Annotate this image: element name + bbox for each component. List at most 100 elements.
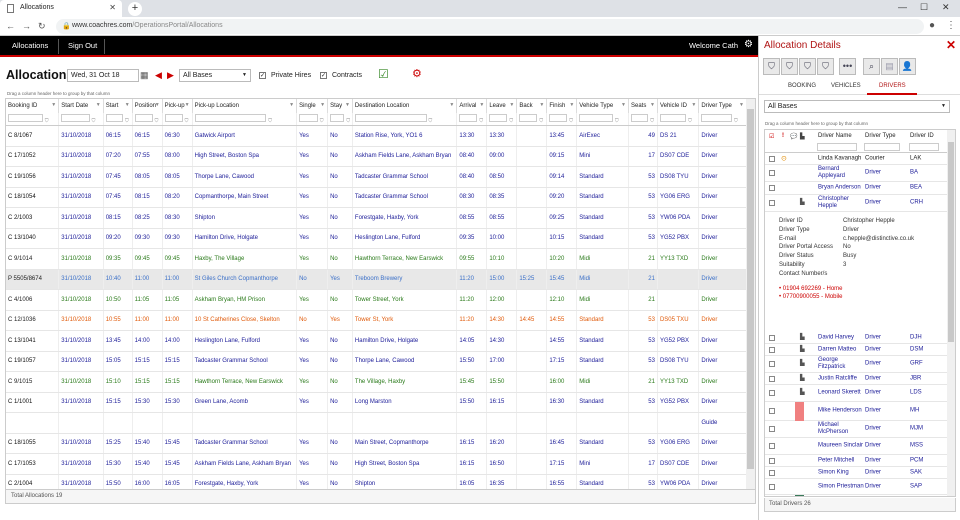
previous-day-icon[interactable]: ◀ — [155, 70, 162, 81]
filter-edit-icon[interactable]: ⛉ — [817, 58, 834, 75]
filter-clear-icon[interactable]: ⛉ — [799, 58, 816, 75]
column-filter-icon[interactable]: ▼ — [449, 102, 454, 108]
table-row[interactable]: C 17/1052 31/10/2018 07:20 07:55 08:00 High S… — [6, 146, 747, 167]
column-filter-icon[interactable]: ▼ — [539, 102, 544, 108]
checklist-icon[interactable]: ☑ — [378, 67, 389, 81]
driver-name[interactable]: Mike Henderson — [818, 408, 864, 415]
column-filter-icon[interactable]: ▼ — [739, 102, 744, 108]
driver-row[interactable]: Sean DudleyDriver SD — [765, 495, 947, 497]
url-field[interactable]: 🔒 www.coachres.com/OperationsPortal/Allo… — [56, 19, 924, 34]
filter-funnel-icon[interactable]: ⛉ — [509, 118, 513, 124]
driver-name[interactable]: Bernard Appleyard — [818, 166, 864, 180]
table-row[interactable]: P 5505/8674 31/10/2018 10:40 11:00 11:00 St G… — [6, 269, 747, 290]
column-filter-input[interactable] — [105, 114, 123, 122]
col-vehicle-type[interactable]: Vehicle Type ▼ — [576, 99, 629, 113]
column-filter-icon[interactable]: ▼ — [509, 102, 514, 108]
driver-id-filter[interactable] — [909, 143, 939, 151]
filter-icon[interactable]: ⛉ — [763, 58, 780, 75]
reload-icon[interactable]: ↻ — [38, 21, 46, 32]
column-filter-input[interactable] — [134, 114, 153, 122]
driver-checkbox[interactable] — [769, 375, 775, 382]
driver-row[interactable]: ▙ Christopher Hepple Driver CRH — [765, 195, 947, 212]
column-filter-input[interactable] — [459, 114, 478, 122]
column-filter-icon[interactable]: ▼ — [345, 102, 350, 108]
filter-funnel-icon[interactable]: ⛉ — [688, 118, 692, 124]
driver-checkbox[interactable] — [769, 200, 775, 206]
back-icon[interactable]: ← — [6, 21, 15, 31]
driver-name[interactable]: David Harvey — [818, 335, 864, 342]
driver-name[interactable]: Leonard Skerett — [818, 390, 864, 397]
private-hires-checkbox[interactable]: ✓ — [259, 72, 266, 79]
driver-name[interactable]: Sean Dudley — [818, 496, 864, 497]
next-day-icon[interactable]: ▶ — [167, 70, 174, 81]
menu-sign-out[interactable]: Sign Out — [68, 41, 97, 50]
table-row[interactable]: Guide — [6, 412, 747, 434]
maximize-icon[interactable]: ☐ — [920, 2, 928, 13]
column-filter-input[interactable] — [354, 114, 427, 122]
date-field[interactable]: Wed, 31 Oct 18 — [67, 69, 139, 82]
filter-funnel-icon[interactable]: ⛉ — [92, 118, 96, 124]
column-filter-input[interactable] — [579, 114, 613, 122]
table-row[interactable]: C 13/1041 31/10/2018 13:45 14:00 14:00 Heslin… — [6, 330, 747, 352]
driver-row[interactable]: ▙ Justin Ratcliffe Driver JBR — [765, 373, 947, 385]
filter-funnel-icon[interactable]: ⛉ — [320, 118, 324, 124]
column-filter-icon[interactable]: ▼ — [185, 102, 190, 108]
grid-scroll-thumb[interactable] — [747, 109, 754, 469]
col-vehicle-id[interactable]: Vehicle ID ▼ — [657, 99, 700, 113]
tab-drivers[interactable]: DRIVERS — [879, 83, 906, 89]
driver-name[interactable]: Simon Priestman — [818, 483, 864, 490]
forward-icon[interactable]: → — [22, 21, 31, 31]
driver-row[interactable]: Simon King Driver SAK — [765, 467, 947, 479]
driver-checkbox[interactable] — [769, 346, 775, 353]
close-panel-icon[interactable]: ✕ — [946, 38, 956, 52]
driver-checkbox[interactable] — [769, 155, 775, 162]
driver-checkbox[interactable] — [769, 483, 775, 490]
col-booking-id[interactable]: Booking ID ▼ — [6, 99, 60, 113]
driver-checkbox[interactable] — [769, 390, 775, 396]
filter-funnel-icon[interactable]: ⛉ — [479, 118, 483, 124]
driver-name[interactable]: Justin Ratcliffe — [818, 375, 864, 382]
driver-row[interactable]: Michael McPherson Driver MJM — [765, 421, 947, 438]
driver-checkbox[interactable] — [769, 185, 775, 191]
driver-name[interactable]: Peter Mitchell — [818, 457, 864, 464]
tab-booking[interactable]: BOOKING — [788, 83, 816, 89]
filter-funnel-icon[interactable]: ⛉ — [650, 118, 654, 124]
driver-name-filter[interactable] — [817, 143, 857, 151]
driver-row[interactable]: ▙ Leonard Skerett Driver LDS — [765, 385, 947, 402]
filter-funnel-icon[interactable]: ⛉ — [569, 118, 573, 124]
filter-funnel-icon[interactable]: ⛉ — [268, 118, 272, 124]
account-icon[interactable]: ● — [929, 20, 935, 31]
search-driver-icon[interactable]: ⌕ — [863, 58, 880, 75]
panel-bases-select[interactable]: All Bases ▼ — [764, 100, 950, 113]
driver-checkbox[interactable] — [769, 408, 775, 414]
contracts-checkbox[interactable]: ✓ — [320, 72, 327, 79]
column-filter-icon[interactable]: ▼ — [320, 102, 325, 108]
table-row[interactable]: C 13/1040 31/10/2018 09:20 09:30 09:30 Hamilt… — [6, 228, 747, 249]
col-destination-location[interactable]: Destination Location ▼ — [352, 99, 458, 113]
more-options-icon[interactable]: ••• — [839, 58, 856, 75]
col-driver-name[interactable]: Driver Name — [818, 133, 852, 139]
column-filter-input[interactable] — [61, 114, 90, 122]
column-filter-input[interactable] — [194, 114, 267, 122]
col-pick-up[interactable]: Pick-up ▼ — [162, 99, 193, 113]
driver-row[interactable]: Simon Priestman Driver SAP — [765, 479, 947, 495]
table-row[interactable]: C 18/1055 31/10/2018 15:25 15:40 15:45 Tadcas… — [6, 433, 747, 454]
column-filter-input[interactable] — [330, 114, 345, 122]
menu-allocations[interactable]: Allocations — [12, 41, 48, 50]
column-filter-icon[interactable]: ▼ — [479, 102, 484, 108]
driver-checkbox[interactable] — [769, 443, 775, 449]
table-row[interactable]: C 12/1036 31/10/2018 10:55 11:00 11:00 10 St … — [6, 310, 747, 331]
filter-funnel-icon[interactable]: ⛉ — [429, 118, 433, 124]
calendar-icon[interactable]: ▦ — [140, 70, 149, 81]
table-row[interactable]: C 9/1015 31/10/2018 15:10 15:15 15:15 Hawthor… — [6, 371, 747, 393]
assign-icon[interactable]: ▤ — [881, 58, 898, 75]
col-driver-type[interactable]: Driver Type ▼ — [698, 99, 747, 113]
driver-checkbox[interactable] — [769, 426, 775, 432]
driver-row[interactable]: ▙ George Fitzpatrick Driver GRF — [765, 356, 947, 373]
driver-checkbox[interactable] — [769, 457, 775, 464]
column-filter-icon[interactable]: ▼ — [96, 102, 101, 108]
col-arrival[interactable]: Arrival ▼ — [456, 99, 488, 113]
new-tab-button[interactable]: + — [128, 2, 142, 16]
driver-name[interactable]: Christopher Hepple — [818, 196, 864, 210]
col-stay[interactable]: Stay ▼ — [327, 99, 353, 113]
